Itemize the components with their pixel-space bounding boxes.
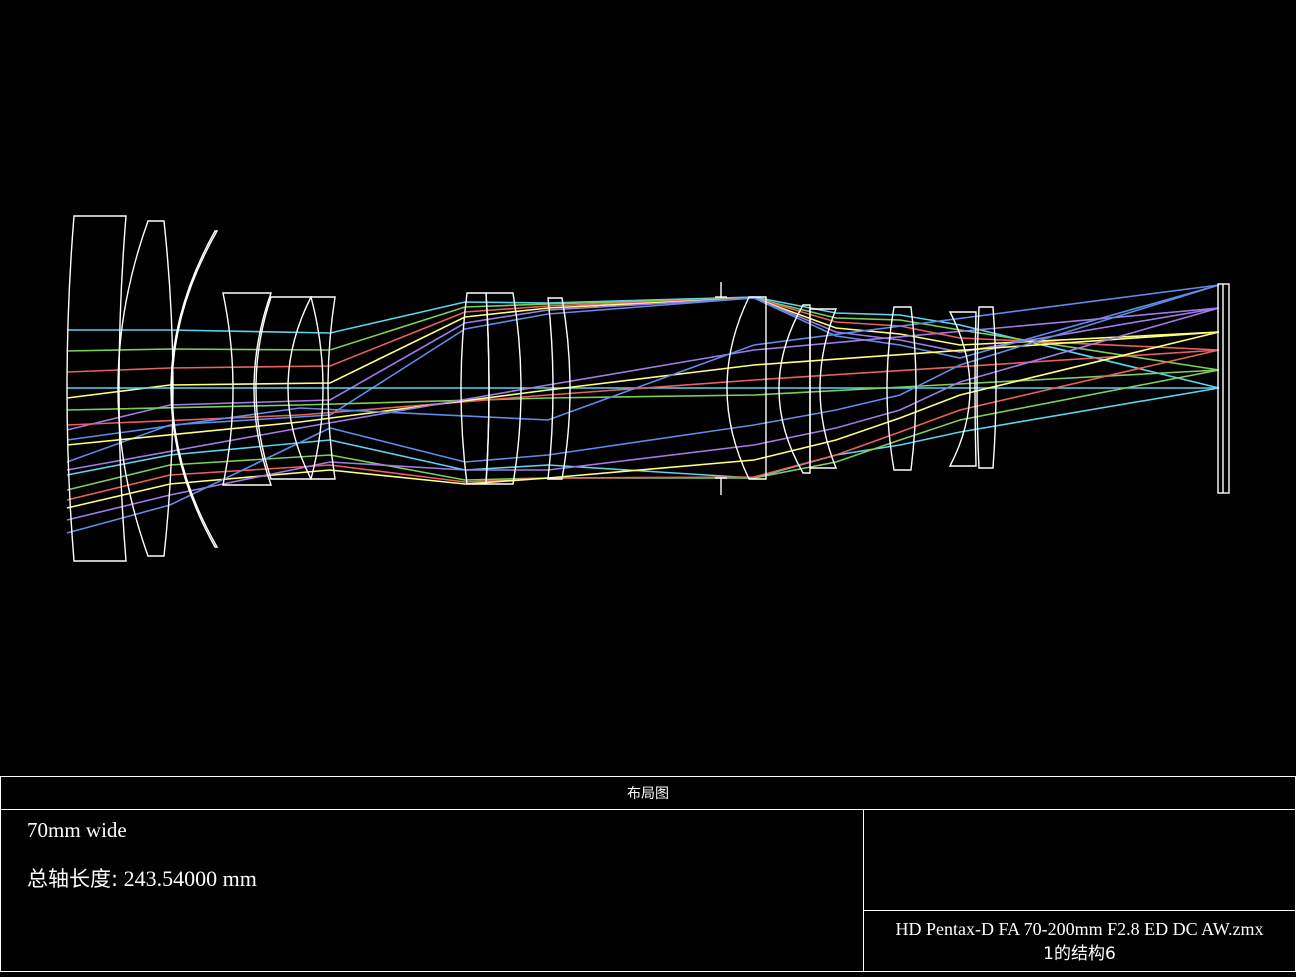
configuration-name: 70mm wide (27, 818, 127, 842)
file-name: HD Pentax-D FA 70-200mm F2.8 ED DC AW.zm… (895, 919, 1264, 939)
ray-18 (66, 284, 1220, 534)
total-length-value: 243.54000 mm (123, 866, 257, 891)
ray-17 (66, 307, 1220, 521)
total-length-label: 总轴长度: (27, 867, 119, 891)
ray-5 (66, 297, 1220, 431)
lens-layout-diagram (66, 215, 1230, 562)
total-length-row: 总轴长度: 243.54000 mm (27, 863, 257, 893)
ray-13 (66, 387, 1220, 479)
lens-element-14 (948, 311, 977, 467)
configuration-line: 1的结构6 (1043, 944, 1116, 964)
lens-info: 70mm wide 总轴长度: 243.54000 mm (1, 810, 864, 971)
file-info: HD Pentax-D FA 70-200mm F2.8 ED DC AW.zm… (864, 911, 1295, 977)
info-blank-cell (864, 810, 1295, 911)
ray-traces (66, 284, 1220, 534)
panel-title: 布局图 (1, 777, 1295, 810)
lens-element-3 (170, 230, 219, 548)
layout-info-panel: 布局图 70mm wide 总轴长度: 243.54000 mm HD Pent… (0, 776, 1296, 972)
ray-11 (66, 307, 1220, 471)
ray-4 (66, 297, 1220, 399)
